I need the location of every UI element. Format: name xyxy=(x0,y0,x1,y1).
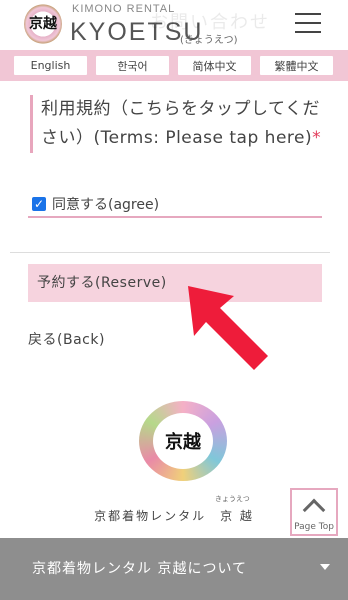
lang-traditional-chinese-button[interactable]: 繁體中文 xyxy=(260,56,333,75)
red-arrow-icon xyxy=(188,286,268,370)
caret-down-icon[interactable] xyxy=(320,564,330,570)
back-link[interactable]: 戻る(Back) xyxy=(28,329,105,349)
logo-kanji: 京越 xyxy=(29,16,57,32)
terms-text[interactable]: 利用規約（こちらをタップしてください）(Terms: Please tap he… xyxy=(41,99,320,148)
chevron-up-icon xyxy=(302,498,326,522)
footer-logo: 京越 xyxy=(139,401,227,481)
divider xyxy=(10,252,330,253)
brand-logo[interactable]: 京越 xyxy=(24,4,62,44)
footer-ruby: きょうえつ xyxy=(215,495,250,503)
bottom-menu-label[interactable]: 京都着物レンタル 京越について xyxy=(32,558,247,578)
required-mark: * xyxy=(312,128,322,148)
footer-logo-kanji: 京越 xyxy=(165,432,201,453)
lang-english-button[interactable]: English xyxy=(14,56,87,75)
bottom-menu-bar[interactable]: 京都着物レンタル 京越について xyxy=(0,538,348,600)
agree-checkbox[interactable]: ✓ xyxy=(32,197,46,211)
terms-link[interactable]: 利用規約（こちらをタップしてください）(Terms: Please tap he… xyxy=(30,95,330,153)
hamburger-menu-icon[interactable] xyxy=(295,13,321,33)
lang-simplified-chinese-button[interactable]: 简体中文 xyxy=(178,56,251,75)
lang-korean-button[interactable]: 한국어 xyxy=(96,56,169,75)
faint-overlay-text: お問い合わせ xyxy=(150,12,270,33)
site-header: 京越 KIMONO RENTAL KYOETSU (きょうえつ) お問い合わせ xyxy=(0,0,348,50)
page-top-button[interactable]: Page Top xyxy=(290,488,338,536)
agree-row[interactable]: ✓ 同意する(agree) xyxy=(28,193,322,218)
page-top-label: Page Top xyxy=(294,522,334,532)
language-bar: English 한국어 简体中文 繁體中文 xyxy=(0,50,348,81)
agree-label[interactable]: 同意する(agree) xyxy=(52,194,159,214)
